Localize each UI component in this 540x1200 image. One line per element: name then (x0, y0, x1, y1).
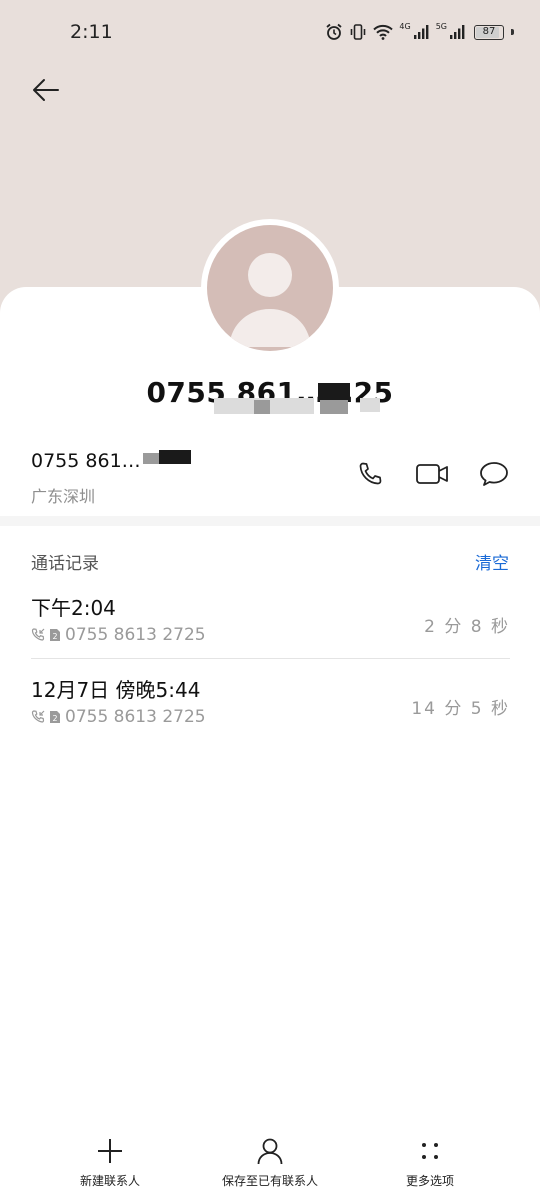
plus-icon (98, 1139, 122, 1163)
redaction-block (143, 453, 159, 464)
redaction-block (286, 400, 302, 414)
redaction-block (318, 383, 350, 401)
network-5g-label: 5G (435, 21, 447, 31)
new-contact-button[interactable]: 新建联系人 (78, 1136, 142, 1189)
call-log-item[interactable]: 12月7日 傍晚5:44 2 0755 8613 2725 14 分 5 秒 (31, 674, 510, 756)
section-divider (0, 516, 540, 526)
more-options-button[interactable]: 更多选项 (400, 1136, 460, 1189)
phone-number: 0755 861… (31, 450, 141, 472)
call-duration: 2 分 8 秒 (424, 617, 510, 637)
svg-text:2: 2 (52, 632, 57, 641)
call-number: 0755 8613 2725 (65, 707, 206, 727)
phone-location: 广东深圳 (31, 487, 96, 506)
call-time: 12月7日 傍晚5:44 (31, 678, 201, 702)
redaction-block (360, 398, 380, 412)
call-subline: 2 0755 8613 2725 (31, 625, 206, 645)
item-divider (31, 658, 510, 659)
status-icons: 4G 5G 87 (325, 21, 514, 41)
phone-number-row: 0755 861… 广东深圳 (0, 440, 540, 516)
svg-text:2: 2 (52, 714, 57, 723)
back-arrow-icon (33, 79, 59, 101)
incoming-call-icon (31, 710, 45, 723)
signal-icon (413, 24, 430, 40)
call-subline: 2 0755 8613 2725 (31, 707, 206, 727)
new-contact-label: 新建联系人 (79, 1174, 140, 1188)
wifi-icon (373, 24, 394, 40)
back-button[interactable] (26, 70, 66, 110)
call-number: 0755 8613 2725 (65, 625, 206, 645)
phone-icon (359, 462, 382, 485)
battery-icon: 87 (474, 24, 504, 40)
redaction-block (254, 400, 270, 414)
bottom-action-bar: 新建联系人 保存至已有联系人 更多选项 (0, 1136, 540, 1200)
battery-level: 87 (482, 25, 496, 37)
call-log-item[interactable]: 下午2:04 2 0755 8613 2725 2 分 8 秒 (31, 592, 510, 674)
message-button[interactable] (478, 458, 510, 490)
clear-call-log-button[interactable]: 清空 (475, 549, 509, 574)
signal-icon (450, 24, 466, 40)
person-outline-icon (257, 1138, 283, 1165)
battery-tip (511, 29, 514, 35)
vibrate-icon (349, 23, 367, 41)
sim-2-icon: 2 (50, 711, 60, 723)
avatar (201, 219, 339, 357)
call-duration: 14 分 5 秒 (411, 699, 510, 719)
more-options-label: 更多选项 (405, 1174, 454, 1188)
status-time: 2:11 (70, 21, 113, 43)
sim-2-icon: 2 (50, 629, 60, 641)
call-log-title: 通话记录 (31, 554, 99, 574)
more-dots-icon (422, 1143, 438, 1159)
call-button[interactable] (354, 458, 386, 490)
video-camera-icon (416, 464, 448, 484)
save-to-existing-label: 保存至已有联系人 (221, 1174, 318, 1188)
incoming-call-icon (31, 628, 45, 641)
call-time: 下午2:04 (31, 596, 116, 620)
video-call-button[interactable] (416, 458, 448, 490)
contact-actions (354, 458, 510, 490)
chat-bubble-icon (480, 462, 508, 486)
person-icon (229, 253, 311, 347)
avatar-image (207, 225, 333, 351)
alarm-icon (325, 23, 343, 41)
redaction-block (320, 400, 348, 414)
redaction-block (159, 450, 191, 464)
save-to-existing-contact-button[interactable]: 保存至已有联系人 (218, 1136, 322, 1189)
status-bar: 2:11 4G 5G 87 (0, 0, 540, 64)
network-4g-label: 4G (399, 21, 411, 31)
